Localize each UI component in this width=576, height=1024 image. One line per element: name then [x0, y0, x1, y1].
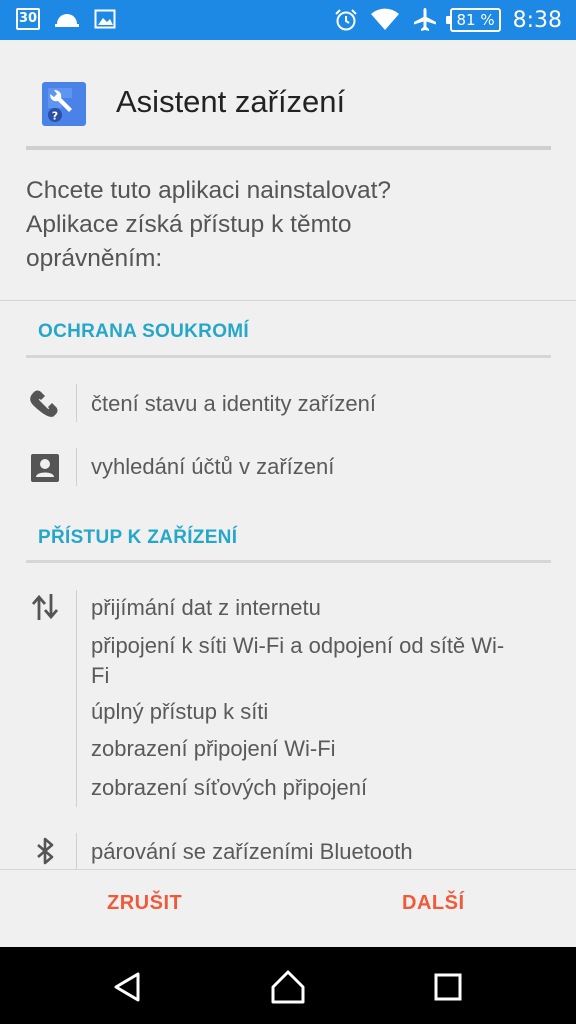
- contact-icon: [31, 454, 59, 482]
- calendar-icon: 30: [16, 8, 40, 30]
- group-divider: [76, 384, 77, 422]
- svg-text:?: ?: [52, 110, 58, 123]
- image-icon: [94, 9, 116, 29]
- header-divider: [26, 146, 551, 150]
- button-bar-divider: [0, 869, 576, 870]
- prompt-line: Aplikace získá přístup k těmto: [26, 211, 352, 238]
- bluetooth-icon: [37, 837, 54, 865]
- install-prompt: Chcete tuto aplikaci nainstalovat? Aplik…: [26, 174, 546, 276]
- group-divider: [76, 833, 77, 869]
- back-icon[interactable]: [108, 967, 148, 1007]
- group-divider: [76, 590, 77, 807]
- permission-item: úplný přístup k síti: [91, 699, 269, 724]
- permission-item: vyhledání účtů v zařízení: [91, 454, 335, 479]
- permission-item: přijímání dat z internetu: [91, 595, 321, 620]
- data-transfer-icon: [31, 594, 59, 620]
- status-time: 8:38: [512, 7, 562, 33]
- recent-apps-icon[interactable]: [428, 967, 468, 1007]
- phone-icon: [30, 390, 58, 417]
- section-title-device-access: PŘÍSTUP K ZAŘÍZENÍ: [38, 527, 238, 548]
- permission-item: čtení stavu a identity zařízení: [91, 391, 376, 416]
- permission-item: připojení k síti Wi-Fi a odpojení od sít…: [91, 633, 505, 658]
- alarm-icon: [335, 9, 358, 31]
- navigation-bar: [0, 947, 576, 1024]
- next-button[interactable]: DALŠÍ: [402, 892, 465, 915]
- prompt-line: Chcete tuto aplikaci nainstalovat?: [26, 177, 391, 204]
- section-divider: [26, 560, 551, 563]
- cloud-icon: [55, 14, 79, 27]
- prompt-line: oprávněním:: [26, 245, 163, 272]
- section-divider: [26, 355, 551, 358]
- status-bar: 30 81 % 8:38: [0, 0, 576, 40]
- wifi-icon: [371, 8, 400, 30]
- airplane-icon: [414, 8, 437, 31]
- permission-item: párování se zařízeními Bluetooth: [91, 839, 413, 864]
- battery-icon: 81 %: [446, 8, 501, 32]
- permission-item: Fi: [91, 663, 110, 688]
- content-divider: [0, 300, 576, 301]
- app-title: Asistent zařízení: [116, 84, 346, 119]
- permission-item: zobrazení připojení Wi-Fi: [91, 736, 336, 761]
- home-icon[interactable]: [268, 967, 308, 1007]
- dialog-header: ? Asistent zařízení: [0, 40, 576, 160]
- group-divider: [76, 448, 77, 486]
- device-assistant-icon: ?: [42, 82, 86, 126]
- cancel-button[interactable]: ZRUŠIT: [107, 892, 182, 915]
- permission-item: zobrazení síťových připojení: [91, 775, 368, 800]
- section-title-privacy: OCHRANA SOUKROMÍ: [38, 321, 249, 342]
